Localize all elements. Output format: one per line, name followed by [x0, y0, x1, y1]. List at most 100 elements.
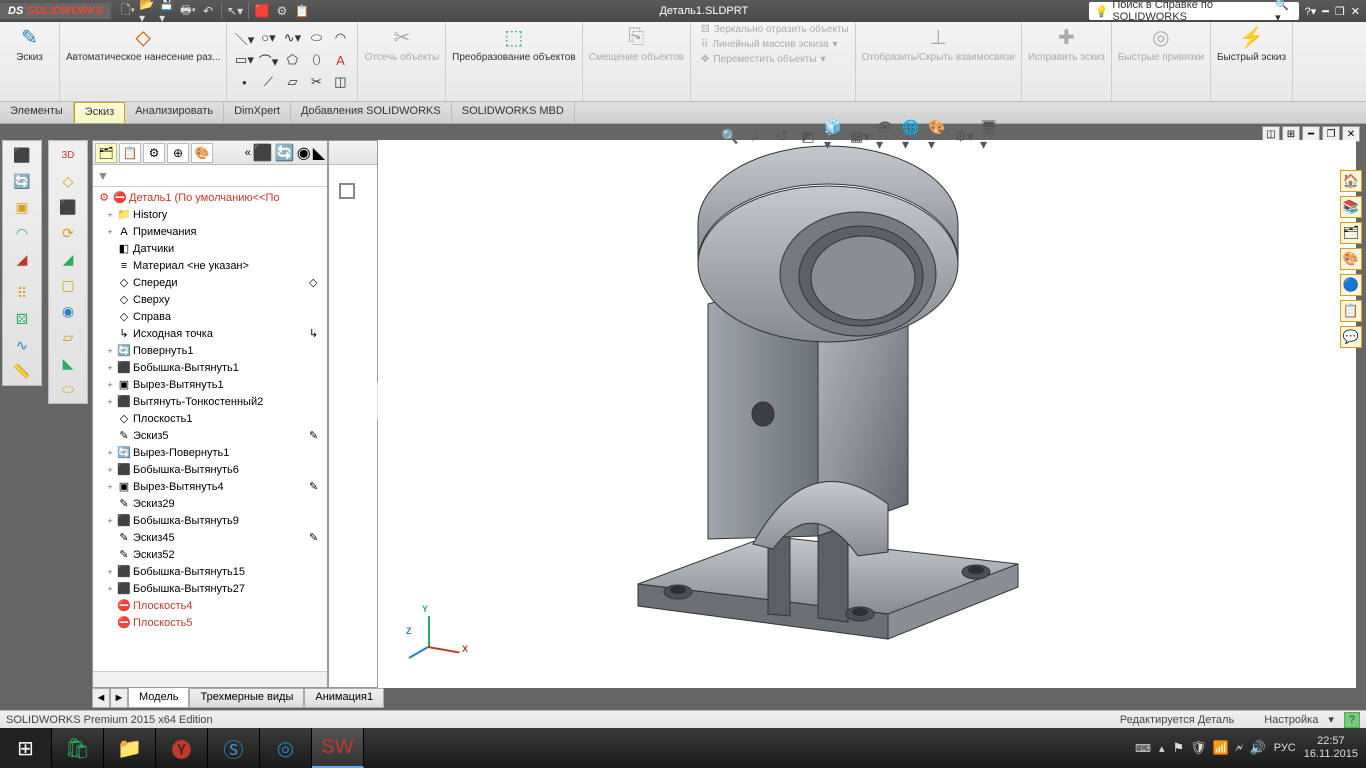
lt-boss-icon[interactable]: ⬛ [51, 195, 85, 219]
tray-language[interactable]: РУС [1274, 742, 1296, 754]
tree-node[interactable]: +▣Вырез-Вытянуть4✎ [93, 478, 327, 495]
viewsettings-icon[interactable]: ⚙▾ [954, 126, 974, 146]
tree-suppress-icon[interactable]: ↳ [309, 327, 323, 340]
minimize-icon[interactable]: ━ [1322, 5, 1329, 18]
expand-icon[interactable]: + [105, 397, 115, 407]
tree-node[interactable]: ↳Исходная точка↳ [93, 325, 327, 342]
tree-icon1[interactable]: ⬛ [253, 143, 273, 163]
tree-filter-input[interactable]: ▼ [93, 165, 327, 187]
tree-node[interactable]: ◧Датчики [93, 240, 327, 257]
expand-icon[interactable]: + [105, 346, 115, 356]
lt-fillet-icon[interactable]: ◠ [5, 221, 39, 245]
plane-icon[interactable]: ▱ [281, 72, 303, 92]
tree-node[interactable]: +⬛Бобышка-Вытянуть6 [93, 461, 327, 478]
rtb-forum-icon[interactable]: 💬 [1340, 326, 1362, 348]
tray-keyboard-icon[interactable]: ⌨ [1135, 742, 1151, 755]
zoomarea-icon[interactable]: ⌕ [746, 126, 766, 146]
tree-node[interactable]: +AПримечания [93, 223, 327, 240]
taskbar-explorer-icon[interactable]: 📁 [104, 728, 156, 768]
tree-suppress-icon[interactable]: ◇ [309, 276, 323, 289]
lt-pattern-icon[interactable]: ⠿ [5, 281, 39, 305]
taskbar-store-icon[interactable]: 🛍 [52, 728, 104, 768]
tree-tab-property-icon[interactable]: 📋 [119, 143, 141, 163]
lt-cut-icon[interactable]: ▣ [5, 195, 39, 219]
tree-node[interactable]: +🔄Вырез-Повернуть1 [93, 444, 327, 461]
ribbon-convert-button[interactable]: ⬚ Преобразование объектов [446, 22, 582, 101]
fillet-icon[interactable]: ◠ [329, 28, 351, 48]
tree-suppress-icon[interactable]: ✎ [309, 531, 323, 544]
tray-expand-icon[interactable]: ▴ [1159, 742, 1165, 755]
tree-node[interactable]: ≡Материал <не указан> [93, 257, 327, 274]
ribbon-sketch-button[interactable]: ✎ Эскиз [0, 22, 60, 101]
rtb-library-icon[interactable]: 📚 [1340, 196, 1362, 218]
tree-node[interactable]: +⬛Вытянуть-Тонкостенный2 [93, 393, 327, 410]
tree-node[interactable]: ⛔Плоскость4 [93, 597, 327, 614]
expand-icon[interactable]: + [105, 584, 115, 594]
vieworient-icon[interactable]: 🧊▾ [824, 126, 844, 146]
point-icon[interactable]: • [233, 72, 255, 92]
tab-addins[interactable]: Добавления SOLIDWORKS [291, 102, 452, 123]
tree-node[interactable]: ◇Плоскость1 [93, 410, 327, 427]
expand-icon[interactable]: + [105, 227, 115, 237]
lt-revolve-icon[interactable]: 🔄 [5, 169, 39, 193]
ellipse-icon[interactable]: ⬭ [305, 28, 327, 48]
tree-node[interactable]: ✎Эскиз5✎ [93, 427, 327, 444]
tree-node[interactable]: ✎Эскиз52 [93, 546, 327, 563]
tree-node[interactable]: ✎Эскиз45✎ [93, 529, 327, 546]
search-icon[interactable]: 🔍▾ [1275, 0, 1293, 24]
tree-collapse-icon[interactable]: « [245, 147, 251, 159]
tree-node[interactable]: +⬛Бобышка-Вытянуть15 [93, 563, 327, 580]
appearance-target-box[interactable] [339, 183, 355, 199]
prevview-icon[interactable]: ↺ [772, 126, 792, 146]
qat-new-icon[interactable]: 🗋▾ [119, 2, 137, 20]
status-help-icon[interactable]: ? [1344, 712, 1360, 728]
qat-select-icon[interactable]: ↖▾ [226, 2, 244, 20]
lt-spline-icon[interactable]: ∿ [5, 333, 39, 357]
tab-evaluate[interactable]: Анализировать [125, 102, 224, 123]
tray-flag-icon[interactable]: ⚑ [1173, 740, 1185, 756]
line-icon[interactable]: ＼▾ [233, 28, 255, 48]
expand-icon[interactable]: + [105, 448, 115, 458]
3d-viewport[interactable]: Y X Z [378, 140, 1356, 688]
rtb-resources-icon[interactable]: 🏠 [1340, 170, 1362, 192]
tree-horizontal-scrollbar[interactable] [93, 671, 327, 687]
tab-sketch[interactable]: Эскиз [74, 102, 125, 123]
lt-3d-icon[interactable]: 3D [51, 143, 85, 167]
tray-volume-icon[interactable]: 🔊 [1250, 740, 1266, 756]
qat-tools-icon[interactable]: 📋 [293, 2, 311, 20]
lt-measure-icon[interactable]: 📏 [5, 359, 39, 383]
tab-dimxpert[interactable]: DimXpert [224, 102, 291, 123]
expand-icon[interactable]: + [105, 516, 115, 526]
rect-icon[interactable]: ▭▾ [233, 50, 255, 70]
tray-battery-icon[interactable]: 🗲 [1235, 740, 1244, 756]
taskbar-yandex-icon[interactable]: 🅨 [156, 728, 208, 768]
taskbar-solidworks-icon[interactable]: SW [312, 728, 364, 768]
displaystyle-icon[interactable]: ▦▾ [850, 126, 870, 146]
tree-node[interactable]: +⬛Бобышка-Вытянуть1 [93, 359, 327, 376]
tree-node[interactable]: ◇Справа [93, 308, 327, 325]
rtb-viewpalette-icon[interactable]: 🎨 [1340, 248, 1362, 270]
taskbar-skype-icon[interactable]: Ⓢ [208, 728, 260, 768]
status-custom-dropdown-icon[interactable]: ▾ [1328, 713, 1334, 726]
ribbon-rapid-button[interactable]: ⚡ Быстрый эскиз [1211, 22, 1293, 101]
section-icon[interactable]: ◩ [798, 126, 818, 146]
start-button[interactable]: ⊞ [0, 728, 52, 768]
text-icon[interactable]: A [329, 50, 351, 70]
lt-draft-icon[interactable]: ◣ [51, 351, 85, 375]
render-icon[interactable]: 🖥▾ [980, 126, 1000, 146]
tree-node[interactable]: +▣Вырез-Вытянуть1 [93, 376, 327, 393]
lt-plane2-icon[interactable]: ◇ [51, 169, 85, 193]
lt-mirror-icon[interactable]: ⚄ [5, 307, 39, 331]
centerline-icon[interactable]: ⟋ [257, 72, 279, 92]
trim2-icon[interactable]: ✂ [305, 72, 327, 92]
appearance-icon[interactable]: 🎨▾ [928, 126, 948, 146]
tab-features[interactable]: Элементы [0, 102, 74, 123]
status-custom-button[interactable]: Настройка [1264, 714, 1318, 726]
tree-icon2[interactable]: 🔄 [275, 143, 295, 163]
tree-root-node[interactable]: ⚙ ⛔ Деталь1 (По умолчанию<<По [93, 189, 327, 206]
restore-icon[interactable]: ❐ [1335, 5, 1345, 18]
spline-icon[interactable]: ∿▾ [281, 28, 303, 48]
tree-tab-config-icon[interactable]: ⚙ [143, 143, 165, 163]
tree-node[interactable]: ◇Сверху [93, 291, 327, 308]
scene-icon[interactable]: 🌐▾ [902, 126, 922, 146]
